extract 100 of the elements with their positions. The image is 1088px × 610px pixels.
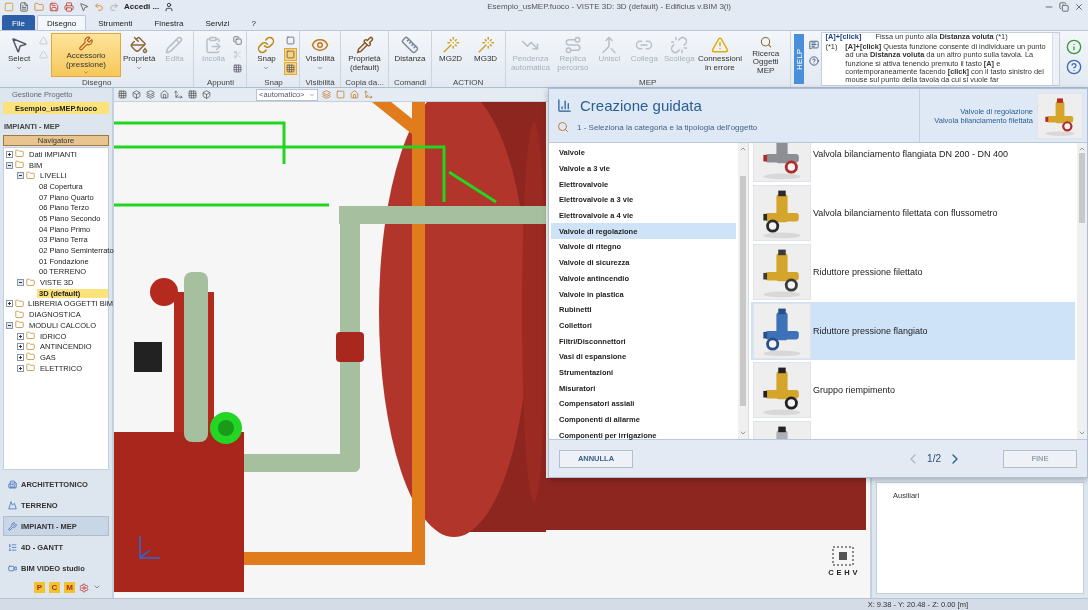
- module-key[interactable]: M: [64, 582, 75, 593]
- mountain-icon: [8, 500, 17, 510]
- module-key[interactable]: P: [34, 582, 45, 593]
- toolbar-icon[interactable]: [118, 89, 128, 100]
- ribbon-button[interactable]: Ricerca Oggetti MEP: [743, 33, 788, 77]
- collapse-icon[interactable]: [17, 279, 24, 287]
- route-icon: [563, 36, 582, 54]
- ribbon-button[interactable]: Proprietà (default): [342, 33, 387, 77]
- folder-icon: [15, 309, 25, 320]
- wrench-icon: [8, 521, 17, 531]
- help-document-icon[interactable]: [809, 53, 820, 63]
- expand-icon[interactable]: [6, 150, 13, 158]
- restore-icon[interactable]: [1059, 1, 1069, 12]
- expand-icon[interactable]: [17, 353, 24, 361]
- scroll-up-icon[interactable]: [739, 145, 747, 153]
- toolbar-icon[interactable]: [146, 89, 156, 100]
- cube-icon: [830, 544, 856, 568]
- axis-icon: [136, 534, 162, 562]
- product-item[interactable]: Riduttore pressione flangiato: [751, 302, 1075, 360]
- grid-icon[interactable]: [231, 62, 245, 75]
- help-icon[interactable]: [1066, 59, 1082, 75]
- grid-icon[interactable]: [284, 62, 298, 75]
- folder-icon: [26, 277, 36, 288]
- expand-icon[interactable]: [17, 332, 24, 340]
- toolbar-icon[interactable]: [132, 89, 142, 100]
- video-icon: [8, 563, 17, 573]
- expand-icon[interactable]: [17, 364, 24, 372]
- scrollbar[interactable]: [738, 143, 748, 439]
- building-icon: [8, 479, 17, 489]
- group-label: MEP: [638, 78, 658, 87]
- product-item[interactable]: Valvola bilanciamento flangiata DN 200 - DN 400: [751, 143, 1075, 183]
- ribbon-button[interactable]: Select: [2, 33, 36, 77]
- group-label: Comandi: [393, 78, 427, 87]
- ribbon-button[interactable]: Distanza: [391, 33, 429, 77]
- folder-icon: [26, 170, 36, 181]
- toolbar-icon[interactable]: [174, 89, 184, 100]
- new-file-icon[interactable]: [19, 1, 29, 12]
- scroll-up-icon[interactable]: [1078, 145, 1086, 153]
- menu-tab[interactable]: Finestra: [144, 15, 194, 30]
- scroll-down-icon[interactable]: [739, 429, 747, 437]
- product-item[interactable]: Riduttore pressione filettato: [751, 243, 1075, 301]
- page-indicator: 1/2: [927, 453, 941, 464]
- collapse-icon[interactable]: [6, 161, 13, 169]
- wand-icon: [441, 36, 460, 54]
- ribbon-button[interactable]: Snap: [249, 33, 284, 77]
- scrollbar[interactable]: [1077, 143, 1087, 439]
- product-item[interactable]: Gruppo riempimento: [751, 361, 1075, 419]
- close-icon[interactable]: [1074, 1, 1084, 12]
- square-icon[interactable]: [284, 34, 298, 47]
- wand-icon: [476, 36, 495, 54]
- folder-icon: [26, 363, 36, 374]
- group-label: Appunti: [205, 78, 236, 87]
- square-icon[interactable]: [284, 48, 298, 61]
- ribbon-button[interactable]: Visibilità: [302, 33, 338, 77]
- expand-icon[interactable]: [6, 300, 13, 308]
- eye-icon: [311, 36, 330, 54]
- guide-line: [448, 170, 497, 204]
- product-item[interactable]: Valvola bilanciamento filettata con flussometro: [751, 184, 1075, 242]
- expand-icon[interactable]: [17, 343, 24, 351]
- toolbar-icon[interactable]: [202, 89, 212, 100]
- toolbar-icon[interactable]: [364, 89, 374, 100]
- window-title: Esempio_usMEP.fuoco - VISTE 3D: 3D (default) - Edificius v.BIM 3(i): [486, 2, 732, 11]
- toolbar-icon[interactable]: [322, 89, 332, 100]
- menu-tab[interactable]: ?: [241, 15, 266, 30]
- clipboard-icon: [204, 36, 223, 54]
- copy-icon[interactable]: [231, 34, 245, 47]
- step-text: 1 - Seleziona la categoria e la tipologia dell'oggetto: [577, 122, 758, 132]
- folder-icon[interactable]: [34, 1, 44, 12]
- valve: [336, 332, 364, 362]
- merge-icon: [600, 36, 619, 54]
- collapse-icon[interactable]: [17, 172, 24, 180]
- collapse-icon[interactable]: [6, 321, 13, 329]
- ribbon-button[interactable]: MG2D: [433, 33, 468, 77]
- ribbon-button[interactable]: Accessorio (pressione): [51, 33, 121, 77]
- gear-icon[interactable]: [79, 582, 89, 593]
- account-label[interactable]: Accedi ...: [124, 2, 160, 11]
- toolbar-icon[interactable]: [160, 89, 170, 100]
- printer-icon[interactable]: [64, 1, 74, 12]
- module-key[interactable]: C: [49, 582, 60, 593]
- menu-tab[interactable]: Strumenti: [88, 15, 143, 30]
- folder-icon: [15, 149, 25, 160]
- info-icon[interactable]: [1066, 39, 1082, 55]
- cursor-icon[interactable]: [79, 1, 89, 12]
- link-icon: [257, 36, 276, 54]
- caret-icon: [309, 91, 315, 98]
- menu-tab[interactable]: Servizi: [195, 15, 240, 30]
- scroll-down-icon[interactable]: [1078, 429, 1086, 437]
- menu-tab[interactable]: Disegno: [36, 15, 87, 30]
- ribbon-button[interactable]: Proprietà: [122, 33, 157, 77]
- menu-tab[interactable]: File: [2, 15, 35, 30]
- undo-icon[interactable]: [94, 1, 104, 12]
- pipette-icon: [355, 36, 374, 54]
- ribbon-button[interactable]: MG3D: [468, 33, 503, 77]
- search-icon: [557, 121, 569, 133]
- ribbon-button[interactable]: Connessioni in errore: [697, 33, 743, 77]
- toolbar-icon[interactable]: [350, 89, 360, 100]
- save-icon[interactable]: [49, 1, 59, 12]
- toolbar-icon[interactable]: [188, 89, 198, 100]
- folder-icon: [15, 160, 25, 171]
- user-icon[interactable]: [164, 1, 175, 12]
